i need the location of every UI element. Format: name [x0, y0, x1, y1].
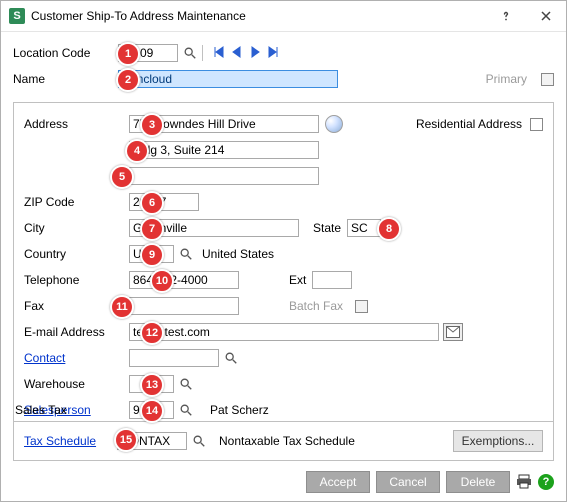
callout-badge-11: 11 [110, 295, 134, 319]
tax-schedule-desc: Nontaxable Tax Schedule [219, 434, 355, 448]
exemptions-button[interactable]: Exemptions... [453, 430, 543, 452]
nav-prev-icon[interactable] [231, 46, 243, 61]
print-icon[interactable] [516, 474, 532, 490]
email-input[interactable] [129, 323, 439, 341]
callout-badge-10: 10 [150, 269, 174, 293]
country-label: Country [24, 247, 129, 261]
name-label: Name [13, 72, 118, 86]
location-search-icon[interactable] [182, 45, 198, 61]
callout-badge-5: 5 [110, 165, 134, 189]
callout-badge-14: 14 [140, 399, 164, 423]
button-bar: Accept Cancel Delete ? [13, 461, 554, 493]
ext-label: Ext [289, 273, 306, 287]
sales-tax-heading: Sales Tax [15, 403, 554, 417]
sales-tax-panel: Tax Schedule Nontaxable Tax Schedule Exe… [13, 421, 554, 461]
close-button[interactable] [526, 1, 566, 31]
nav-last-icon[interactable] [267, 46, 279, 61]
telephone-label: Telephone [24, 273, 129, 287]
callout-badge-9: 9 [140, 243, 164, 267]
batchfax-label: Batch Fax [289, 299, 343, 313]
callout-badge-3: 3 [140, 113, 164, 137]
mail-icon[interactable] [443, 323, 463, 341]
window: S Customer Ship-To Address Maintenance L… [0, 0, 567, 502]
email-label: E-mail Address [24, 325, 129, 339]
country-search-icon[interactable] [178, 246, 194, 262]
address-label: Address [24, 117, 129, 131]
state-label: State [313, 221, 341, 235]
location-code-label: Location Code [13, 46, 118, 60]
help-button[interactable] [486, 1, 526, 31]
callout-badge-4: 4 [125, 139, 149, 163]
state-input[interactable] [347, 219, 381, 237]
tax-schedule-search-icon[interactable] [191, 433, 207, 449]
tax-schedule-link[interactable]: Tax Schedule [24, 434, 117, 448]
name-input[interactable] [118, 70, 338, 88]
primary-label: Primary [486, 72, 527, 86]
callout-badge-15: 15 [114, 428, 138, 452]
residential-label: Residential Address [416, 117, 522, 131]
callout-badge-8: 8 [377, 217, 401, 241]
primary-checkbox [541, 73, 554, 86]
country-name: United States [202, 247, 274, 261]
callout-badge-13: 13 [140, 373, 164, 397]
contact-input[interactable] [129, 349, 219, 367]
accept-button[interactable]: Accept [306, 471, 370, 493]
titlebar: S Customer Ship-To Address Maintenance [1, 1, 566, 32]
nav-first-icon[interactable] [213, 46, 225, 61]
address-line2-input[interactable] [129, 141, 319, 159]
contact-link[interactable]: Contact [24, 351, 65, 365]
warehouse-search-icon[interactable] [178, 376, 194, 392]
telephone-input[interactable] [129, 271, 239, 289]
city-label: City [24, 221, 129, 235]
map-icon[interactable] [325, 115, 343, 133]
warehouse-label: Warehouse [24, 377, 129, 391]
fax-input[interactable] [129, 297, 239, 315]
cancel-button[interactable]: Cancel [376, 471, 440, 493]
footer: Sales Tax Tax Schedule Nontaxable Tax Sc… [1, 399, 566, 493]
residential-checkbox[interactable] [530, 118, 543, 131]
ext-input[interactable] [312, 271, 352, 289]
callout-badge-12: 12 [140, 321, 164, 345]
app-icon: S [9, 8, 25, 24]
callout-badge-2: 2 [116, 68, 140, 92]
delete-button[interactable]: Delete [446, 471, 510, 493]
address-line3-input[interactable] [129, 167, 319, 185]
nav-next-icon[interactable] [249, 46, 261, 61]
callout-badge-1: 1 [116, 42, 140, 66]
window-title: Customer Ship-To Address Maintenance [31, 9, 486, 23]
batchfax-checkbox [355, 300, 368, 313]
zip-label: ZIP Code [24, 195, 129, 209]
help-icon[interactable]: ? [538, 474, 554, 490]
callout-badge-7: 7 [140, 217, 164, 241]
contact-search-icon[interactable] [223, 350, 239, 366]
content: Location Code 1 Name Primary 2 [1, 32, 566, 460]
callout-badge-6: 6 [140, 191, 164, 215]
